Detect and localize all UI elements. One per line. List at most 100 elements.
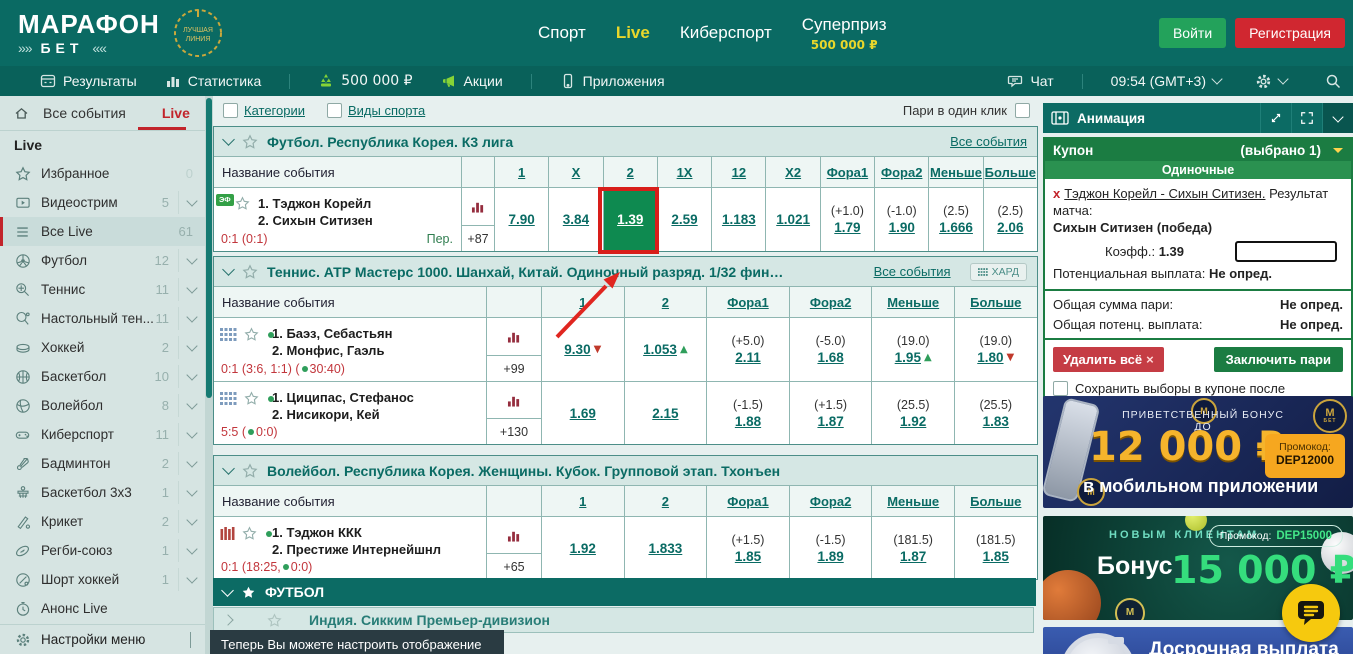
sidebar-item-short-hockey[interactable]: Шорт хоккей 1: [0, 565, 205, 594]
sidebar-item-table-tennis[interactable]: Настольный тен... 11: [0, 304, 205, 333]
sidebar-scrollbar[interactable]: [205, 96, 213, 654]
odd-cell-1[interactable]: 1.92: [541, 517, 624, 579]
odd-cell-2[interactable]: 2.15: [624, 382, 707, 444]
delete-all-button[interactable]: Удалить всё×: [1053, 347, 1164, 372]
col-hcap2[interactable]: Фора2: [789, 287, 872, 317]
event-name-cell[interactable]: 1. Баэз, Себастьян 2. Монфис, Гаэль 0:1 …: [214, 318, 486, 381]
event-name-cell[interactable]: 1. Циципас, Стефанос 2. Нисикори, Кей 5:…: [214, 382, 486, 444]
expand-chevron[interactable]: [178, 394, 205, 417]
favorite-star-icon[interactable]: [235, 196, 250, 214]
odd-cell-2-selected[interactable]: 1.39: [603, 188, 657, 251]
col-under[interactable]: Меньше: [928, 157, 982, 187]
support-chat-button[interactable]: [1282, 584, 1340, 642]
sidebar-item-basketball[interactable]: Баскетбол 10: [0, 362, 205, 391]
sidebar-item-favorites[interactable]: Избранное 0: [0, 159, 205, 188]
col-1[interactable]: 1: [541, 287, 624, 317]
odd-cell-under[interactable]: (19.0)1.95▲: [871, 318, 954, 381]
col-1[interactable]: 1: [494, 157, 548, 187]
favorite-star-icon[interactable]: [242, 264, 258, 280]
nav-esports[interactable]: Киберспорт: [680, 23, 772, 43]
odd-cell-12[interactable]: 1.183: [711, 188, 765, 251]
fullscreen-icon[interactable]: [1291, 103, 1322, 133]
home-tab[interactable]: [13, 105, 30, 121]
sports-checkbox[interactable]: [327, 103, 342, 118]
col-hcap1[interactable]: Фора1: [820, 157, 874, 187]
more-markets-count[interactable]: +99: [487, 355, 541, 381]
chat-link[interactable]: Чат: [1007, 73, 1053, 89]
nav-sport[interactable]: Спорт: [538, 23, 586, 43]
odd-cell-x[interactable]: 3.84: [548, 188, 602, 251]
logo[interactable]: МАРАФОН »» БЕТ «« ЛУЧШАЯ ЛИНИЯ: [18, 7, 224, 59]
favorite-star-icon[interactable]: [244, 327, 259, 342]
sport-group-football-bar[interactable]: ФУТБОЛ: [213, 578, 1036, 606]
sidebar-item-live-announce[interactable]: Анонс Live: [0, 594, 205, 623]
sidebar-item-volleyball[interactable]: Волейбол 8: [0, 391, 205, 420]
time-selector[interactable]: 09:54 (GMT+3): [1111, 73, 1221, 89]
odd-cell-hcap1[interactable]: (+1.0)1.79: [820, 188, 874, 251]
col-x[interactable]: X: [548, 157, 602, 187]
remove-bet-icon[interactable]: х: [1053, 186, 1060, 201]
statistics-chart-icon[interactable]: [487, 382, 541, 418]
col-x2[interactable]: X2: [765, 157, 819, 187]
odd-cell-1[interactable]: 7.90: [494, 188, 548, 251]
expand-chevron[interactable]: [178, 452, 205, 475]
col-1x[interactable]: 1X: [657, 157, 711, 187]
odd-cell-x2[interactable]: 1.021: [765, 188, 819, 251]
odd-cell-over[interactable]: (19.0)1.80▼: [954, 318, 1037, 381]
jackpot-link[interactable]: 500 000 ₽: [318, 73, 412, 89]
col-hcap2[interactable]: Фора2: [874, 157, 928, 187]
expand-chevron[interactable]: [178, 307, 205, 330]
sidebar-item-badminton[interactable]: Бадминтон 2: [0, 449, 205, 478]
odd-cell-hcap2[interactable]: (-1.0)1.90: [874, 188, 928, 251]
sidebar-item-all-live[interactable]: Все Live 61: [0, 217, 205, 246]
all-events-link[interactable]: Все события: [874, 264, 951, 279]
keep-selections-checkbox[interactable]: [1053, 381, 1068, 396]
col-hcap1[interactable]: Фора1: [706, 287, 789, 317]
favorite-star-icon[interactable]: [242, 463, 258, 479]
sidebar-item-football[interactable]: Футбол 12: [0, 246, 205, 275]
statistics-link[interactable]: Статистика: [165, 73, 262, 89]
favorite-star-icon[interactable]: [267, 613, 282, 628]
expand-diagonal-icon[interactable]: [1260, 103, 1291, 133]
col-over[interactable]: Больше: [983, 157, 1037, 187]
expand-chevron[interactable]: [178, 249, 205, 272]
col-over[interactable]: Больше: [954, 287, 1037, 317]
odd-cell-hcap1[interactable]: (+1.5)1.85: [706, 517, 789, 579]
event-name-cell[interactable]: ЭФ 1. Тэджон Корейл 2. Сихын Ситизен 0:1…: [214, 188, 461, 251]
col-hcap2[interactable]: Фора2: [789, 486, 872, 516]
settings-menu[interactable]: [1255, 73, 1287, 90]
bet-match-link[interactable]: Тэджон Корейл - Сихын Ситизен.: [1064, 186, 1265, 201]
expand-chevron[interactable]: [178, 423, 205, 446]
col-over[interactable]: Больше: [954, 486, 1037, 516]
sidebar-item-hockey[interactable]: Хоккей 2: [0, 333, 205, 362]
event-name-cell[interactable]: 1. Тэджон ККК 2. Престиже Интернейшнл 0:…: [214, 517, 486, 579]
tab-live[interactable]: Live: [162, 105, 190, 121]
col-hcap1[interactable]: Фора1: [706, 486, 789, 516]
col-2[interactable]: 2: [603, 157, 657, 187]
register-button[interactable]: Регистрация: [1235, 18, 1345, 48]
odd-cell-hcap1[interactable]: (-1.5)1.88: [706, 382, 789, 444]
expand-chevron[interactable]: [178, 336, 205, 359]
odd-cell-under[interactable]: (2.5)1.666: [928, 188, 982, 251]
login-button[interactable]: Войти: [1159, 18, 1226, 48]
collapse-chevron-icon[interactable]: [222, 133, 235, 146]
sports-link[interactable]: Виды спорта: [348, 103, 425, 118]
col-2[interactable]: 2: [624, 287, 707, 317]
collapse-chevron-icon[interactable]: [222, 462, 235, 475]
odd-cell-2[interactable]: 1.053▲: [624, 318, 707, 381]
col-under[interactable]: Меньше: [871, 287, 954, 317]
odd-cell-hcap2[interactable]: (-1.5)1.89: [789, 517, 872, 579]
odd-cell-hcap2[interactable]: (-5.0)1.68: [789, 318, 872, 381]
apps-link[interactable]: Приложения: [560, 73, 665, 89]
promo-banner-mobile-app[interactable]: МБЕТ М М ПРИВЕТСТВЕННЫЙ БОНУС ДО 12 000 …: [1043, 396, 1353, 508]
scrollbar-thumb[interactable]: [206, 98, 212, 398]
categories-checkbox[interactable]: [223, 103, 238, 118]
place-bet-button[interactable]: Заключить пари: [1214, 347, 1343, 372]
odd-cell-hcap2[interactable]: (+1.5)1.87: [789, 382, 872, 444]
expand-chevron[interactable]: [178, 278, 205, 301]
expand-chevron[interactable]: [178, 568, 205, 591]
menu-settings[interactable]: Настройки меню: [0, 624, 205, 654]
categories-link[interactable]: Категории: [244, 103, 305, 118]
favorite-star-icon[interactable]: [244, 391, 259, 406]
bet-slip-header[interactable]: Купон (выбрано 1): [1045, 139, 1351, 161]
